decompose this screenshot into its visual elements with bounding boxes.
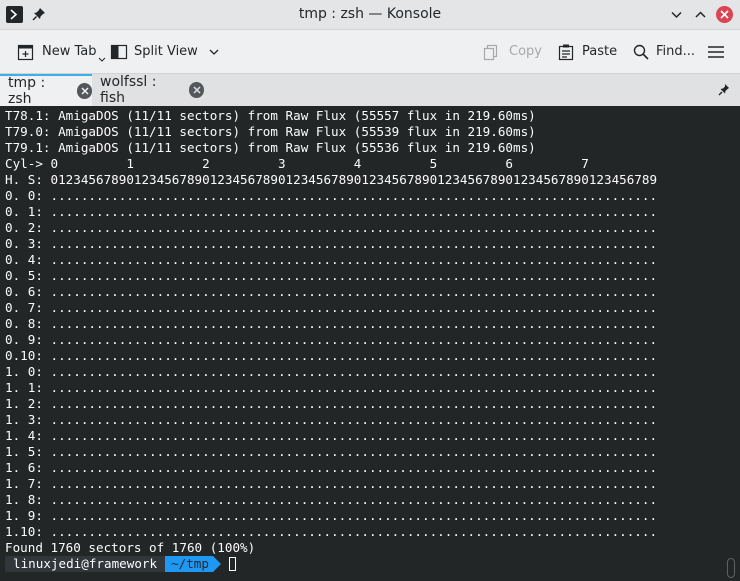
terminal-line: 0. 4: ..................................… <box>5 252 658 267</box>
cursor <box>228 557 236 571</box>
terminal-line: 1. 0: ..................................… <box>5 364 658 379</box>
paste-button[interactable]: Paste <box>557 30 617 73</box>
maximize-icon <box>695 11 706 18</box>
maximize-button[interactable] <box>692 6 709 23</box>
minimize-button[interactable] <box>668 6 685 23</box>
terminal-line: 1. 6: ..................................… <box>5 460 658 475</box>
minimize-icon <box>671 11 682 19</box>
terminal-line: 1. 4: ..................................… <box>5 428 658 443</box>
close-tab-icon[interactable] <box>188 82 204 98</box>
chevron-down-icon <box>98 57 105 62</box>
terminal-line: 1. 8: ..................................… <box>5 492 658 507</box>
toolbar: New Tab Split View Copy Paste Find... <box>0 30 740 73</box>
split-view-icon <box>110 44 128 59</box>
terminal-line: 0. 5: ..................................… <box>5 268 658 283</box>
window-title: tmp : zsh — Konsole <box>298 6 442 22</box>
tab-label: tmp : zsh <box>8 75 46 107</box>
tab-bar: tmp : zsh wolfssl : fish <box>0 73 740 107</box>
terminal-line: 0. 8: ..................................… <box>5 316 658 331</box>
terminal-line: Cyl-> 0 1 2 3 4 5 6 7 <box>5 156 589 171</box>
prompt-directory: ~/tmp <box>165 556 213 572</box>
tab-wolfssl-fish[interactable]: wolfssl : fish <box>92 74 204 106</box>
search-icon <box>633 44 649 60</box>
terminal-line: T79.0: AmigaDOS (11/11 sectors) from Raw… <box>5 124 536 139</box>
terminal-line: 0. 7: ..................................… <box>5 300 658 315</box>
new-tab-label: New Tab <box>42 44 97 59</box>
terminal-line: 1.10: ..................................… <box>5 524 658 539</box>
prompt-arrow-icon <box>212 556 221 572</box>
prompt-user: linuxjedi@framework <box>5 556 166 572</box>
chevron-down-icon <box>209 49 219 55</box>
terminal-line: 0.10: ..................................… <box>5 348 658 363</box>
terminal-line: 0. 2: ..................................… <box>5 220 658 235</box>
terminal-line: 1. 9: ..................................… <box>5 508 658 523</box>
terminal-line: Found 1760 sectors of 1760 (100%) <box>5 540 256 555</box>
shell-prompt: linuxjedi@framework ~/tmp <box>5 556 657 572</box>
terminal-view[interactable]: T78.1: AmigaDOS (11/11 sectors) from Raw… <box>0 106 740 581</box>
terminal-line: 1. 5: ..................................… <box>5 444 658 459</box>
terminal-output: T78.1: AmigaDOS (11/11 sectors) from Raw… <box>5 108 657 572</box>
terminal-line: 0. 6: ..................................… <box>5 284 658 299</box>
terminal-line: 0. 1: ..................................… <box>5 204 658 219</box>
split-view-button[interactable]: Split View <box>110 30 220 73</box>
terminal-line: 0. 3: ..................................… <box>5 236 658 251</box>
copy-icon <box>483 44 498 60</box>
find-button[interactable]: Find... <box>632 30 695 73</box>
tab-tmp-zsh[interactable]: tmp : zsh <box>0 74 92 107</box>
terminal-line: T79.1: AmigaDOS (11/11 sectors) from Raw… <box>5 140 536 155</box>
split-view-label: Split View <box>134 44 198 59</box>
find-label: Find... <box>656 44 696 59</box>
tab-pin-icon[interactable] <box>714 80 734 100</box>
terminal-line: 1. 2: ..................................… <box>5 396 658 411</box>
hamburger-menu-icon <box>708 45 724 58</box>
terminal-line: 1. 3: ..................................… <box>5 412 658 427</box>
paste-icon <box>558 44 574 60</box>
terminal-line: H. S: 0123456789012345678901234567890123… <box>5 172 658 187</box>
tab-label: wolfssl : fish <box>100 74 157 106</box>
hamburger-menu-button[interactable] <box>707 30 725 73</box>
close-tab-icon[interactable] <box>76 83 92 99</box>
terminal-line: 1. 1: ..................................… <box>5 380 658 395</box>
close-button[interactable] <box>716 6 733 23</box>
terminal-line: T78.1: AmigaDOS (11/11 sectors) from Raw… <box>5 108 536 123</box>
new-tab-icon <box>17 44 34 60</box>
new-tab-button[interactable]: New Tab <box>16 30 106 73</box>
paste-label: Paste <box>582 44 618 59</box>
title-bar: tmp : zsh — Konsole <box>0 0 740 30</box>
copy-button[interactable]: Copy <box>482 30 542 73</box>
terminal-line: 0. 0: ..................................… <box>5 188 658 203</box>
copy-label: Copy <box>509 44 542 59</box>
terminal-line: 1. 7: ..................................… <box>5 476 658 491</box>
terminal-line: 0. 9: ..................................… <box>5 332 658 347</box>
scrollbar[interactable] <box>727 558 735 578</box>
close-icon <box>720 10 729 19</box>
